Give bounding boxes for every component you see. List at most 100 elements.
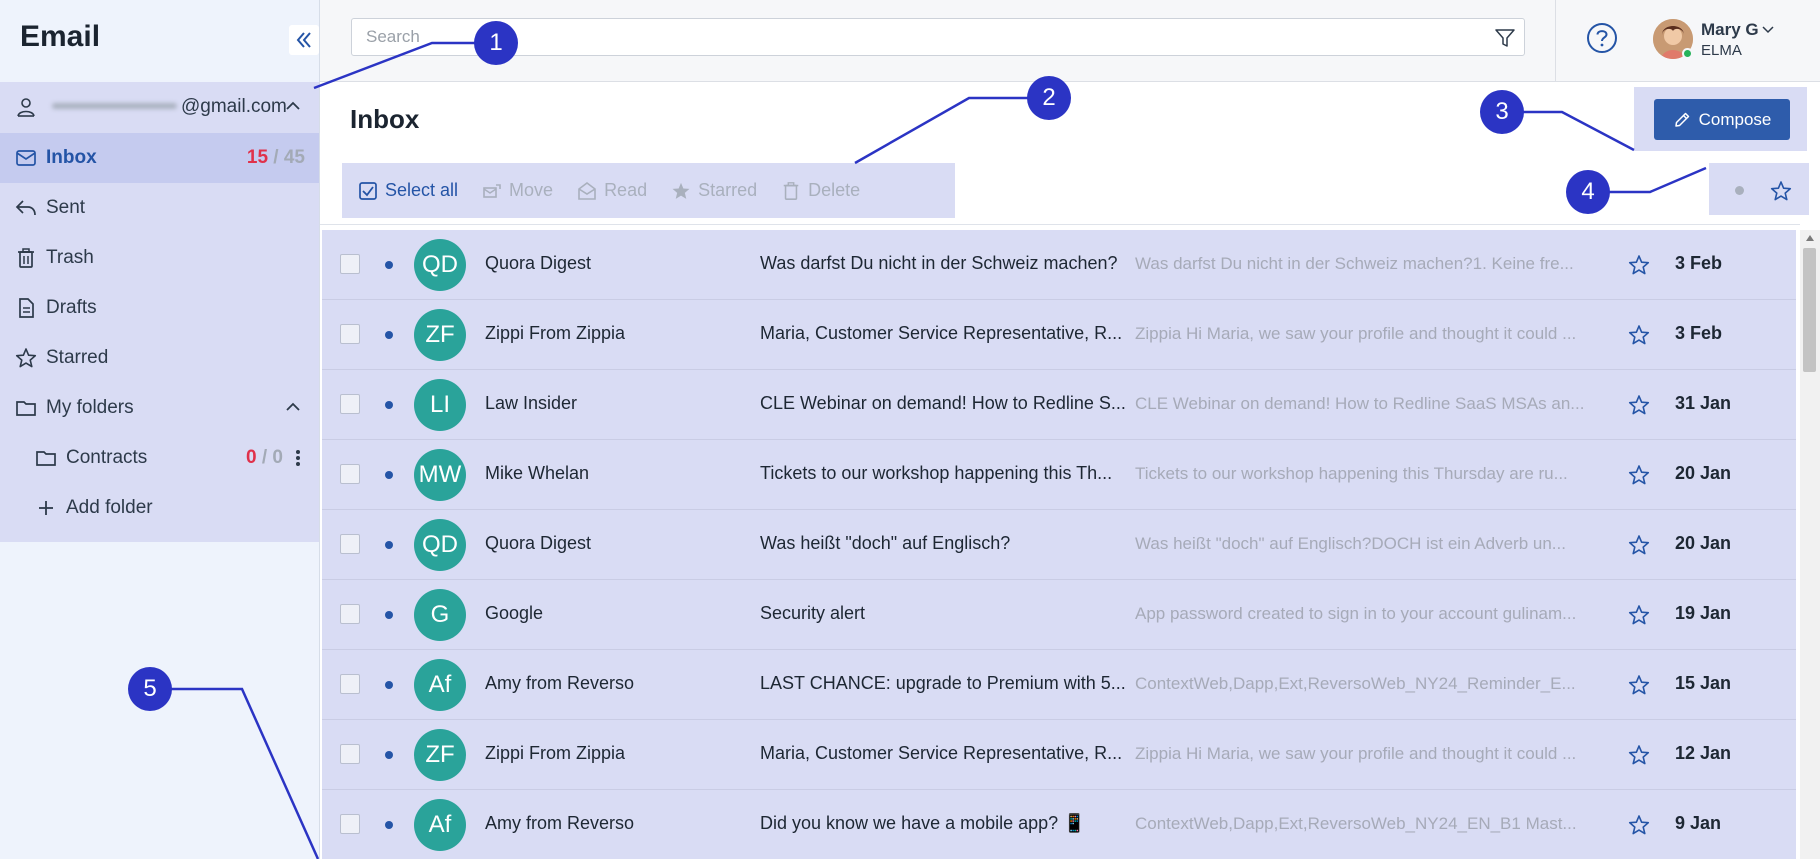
unread-indicator[interactable] bbox=[385, 401, 393, 409]
star-icon[interactable] bbox=[1628, 534, 1650, 556]
message-preview: Zippia Hi Maria, we saw your profile and… bbox=[1135, 324, 1577, 343]
star-icon[interactable] bbox=[1628, 394, 1650, 416]
message-subject: Maria, Customer Service Representative, … bbox=[760, 743, 1123, 763]
table-row[interactable]: ZF Zippi From Zippia Maria, Customer Servi… bbox=[322, 720, 1796, 790]
sidebar-item-sent[interactable]: Sent bbox=[0, 183, 319, 233]
chevron-down-icon[interactable] bbox=[1761, 23, 1775, 37]
sidebar-item-drafts[interactable]: Drafts bbox=[0, 283, 319, 333]
star-icon[interactable] bbox=[1628, 744, 1650, 766]
sidebar-item-label: Drafts bbox=[46, 297, 97, 318]
message-date: 20 Jan bbox=[1675, 533, 1732, 553]
account-icon bbox=[14, 95, 38, 119]
add-folder-label: Add folder bbox=[66, 497, 153, 518]
unread-indicator[interactable] bbox=[385, 751, 393, 759]
row-checkbox[interactable] bbox=[340, 394, 360, 414]
sender-avatar: MW bbox=[414, 449, 466, 501]
move-icon bbox=[483, 183, 501, 198]
message-subject: Was darfst Du nicht in der Schweiz mache… bbox=[760, 253, 1118, 273]
unread-indicator[interactable] bbox=[385, 261, 393, 269]
sidebar-item-label: Trash bbox=[46, 247, 94, 268]
message-subject: Was heißt "doch" auf Englisch? bbox=[760, 533, 1011, 553]
chevron-up-icon bbox=[285, 98, 301, 114]
unread-indicator[interactable] bbox=[385, 611, 393, 619]
table-row[interactable]: LI Law Insider CLE Webinar on demand! How … bbox=[322, 370, 1796, 440]
double-chevron-left-icon bbox=[296, 32, 311, 48]
app-title: Email bbox=[20, 20, 101, 53]
sender-avatar: G bbox=[414, 589, 466, 641]
scrollbar-thumb[interactable] bbox=[1803, 248, 1816, 372]
table-row[interactable]: Af Amy from Reverso LAST CHANCE: upgrade t… bbox=[322, 650, 1796, 720]
row-checkbox[interactable] bbox=[340, 814, 360, 834]
sidebar-item-trash[interactable]: Trash bbox=[0, 233, 319, 283]
select-all-button[interactable]: Select all bbox=[358, 180, 458, 201]
row-checkbox[interactable] bbox=[340, 464, 360, 484]
message-date: 31 Jan bbox=[1675, 393, 1732, 413]
collapse-sidebar-button[interactable] bbox=[289, 25, 319, 55]
star-icon[interactable] bbox=[1628, 674, 1650, 696]
message-date: 3 Feb bbox=[1675, 253, 1723, 273]
unread-indicator[interactable] bbox=[385, 541, 393, 549]
delete-button[interactable]: Delete bbox=[781, 180, 860, 201]
folder-icon bbox=[14, 396, 38, 420]
search-input[interactable] bbox=[352, 19, 1482, 55]
callout-badge-1: 1 bbox=[474, 21, 518, 65]
help-icon[interactable] bbox=[1586, 22, 1618, 54]
chevron-up-icon[interactable] bbox=[285, 399, 301, 415]
unread-indicator[interactable] bbox=[385, 681, 393, 689]
unread-count: 0 bbox=[246, 447, 257, 468]
row-checkbox[interactable] bbox=[340, 254, 360, 274]
starred-button[interactable]: Starred bbox=[671, 180, 757, 201]
account-selector[interactable]: @gmail.com bbox=[0, 82, 319, 132]
user-name[interactable]: Mary G bbox=[1701, 20, 1759, 40]
mail-toolbar: Select all Move Read Starred Delete bbox=[342, 163, 955, 218]
star-icon[interactable] bbox=[1628, 324, 1650, 346]
unread-filter-dot[interactable] bbox=[1735, 186, 1744, 195]
table-row[interactable]: QD Quora Digest Was darfst Du nicht in der… bbox=[322, 230, 1796, 300]
compose-button[interactable]: Compose bbox=[1654, 99, 1790, 140]
count-separator: / bbox=[261, 447, 268, 468]
filter-icon[interactable] bbox=[1494, 27, 1516, 49]
star-icon[interactable] bbox=[1628, 814, 1650, 836]
pencil-icon bbox=[1674, 112, 1689, 127]
message-preview: CLE Webinar on demand! How to Redline Sa… bbox=[1135, 394, 1585, 413]
table-row[interactable]: ZF Zippi From Zippia Maria, Customer Servi… bbox=[322, 300, 1796, 370]
unread-indicator[interactable] bbox=[385, 471, 393, 479]
row-checkbox[interactable] bbox=[340, 604, 360, 624]
unread-indicator[interactable] bbox=[385, 331, 393, 339]
star-icon[interactable] bbox=[1628, 604, 1650, 626]
message-date: 19 Jan bbox=[1675, 603, 1732, 623]
sidebar-item-inbox[interactable]: Inbox 15 / 45 bbox=[0, 133, 319, 183]
row-checkbox[interactable] bbox=[340, 534, 360, 554]
sidebar-item-contracts[interactable]: Contracts 0 / 0 bbox=[0, 433, 319, 483]
sidebar-item-label: My folders bbox=[46, 397, 134, 418]
sender-avatar: ZF bbox=[414, 309, 466, 361]
sidebar-item-starred[interactable]: Starred bbox=[0, 333, 319, 383]
star-filter-icon[interactable] bbox=[1770, 180, 1792, 202]
plus-icon bbox=[34, 496, 58, 520]
read-button[interactable]: Read bbox=[577, 180, 647, 201]
unread-indicator[interactable] bbox=[385, 821, 393, 829]
row-checkbox[interactable] bbox=[340, 744, 360, 764]
star-icon[interactable] bbox=[1628, 254, 1650, 276]
table-row[interactable]: G Google Security alert App password create… bbox=[322, 580, 1796, 650]
message-subject: Maria, Customer Service Representative, … bbox=[760, 323, 1123, 343]
sidebar-item-my-folders[interactable]: My folders bbox=[0, 383, 319, 433]
move-button[interactable]: Move bbox=[482, 180, 553, 201]
scroll-up-arrow-icon[interactable] bbox=[1805, 234, 1815, 242]
starred-label: Starred bbox=[698, 180, 758, 200]
star-icon[interactable] bbox=[1628, 464, 1650, 486]
row-checkbox[interactable] bbox=[340, 674, 360, 694]
message-date: 3 Feb bbox=[1675, 323, 1723, 343]
total-count: 0 bbox=[272, 447, 283, 468]
checkbox-checked-icon bbox=[359, 181, 377, 200]
callout-badge-4: 4 bbox=[1566, 170, 1610, 214]
message-date: 15 Jan bbox=[1675, 673, 1732, 693]
message-subject: LAST CHANCE: upgrade to Premium with 5..… bbox=[760, 673, 1126, 693]
table-row[interactable]: QD Quora Digest Was heißt "doch" auf Engli… bbox=[322, 510, 1796, 580]
more-vertical-icon[interactable] bbox=[295, 448, 301, 468]
add-folder-button[interactable]: Add folder bbox=[0, 483, 319, 533]
table-row[interactable]: MW Mike Whelan Tickets to our workshop hap… bbox=[322, 440, 1796, 510]
table-row[interactable]: Af Amy from Reverso Did you know we have a… bbox=[322, 790, 1796, 859]
envelope-icon bbox=[14, 146, 38, 170]
row-checkbox[interactable] bbox=[340, 324, 360, 344]
